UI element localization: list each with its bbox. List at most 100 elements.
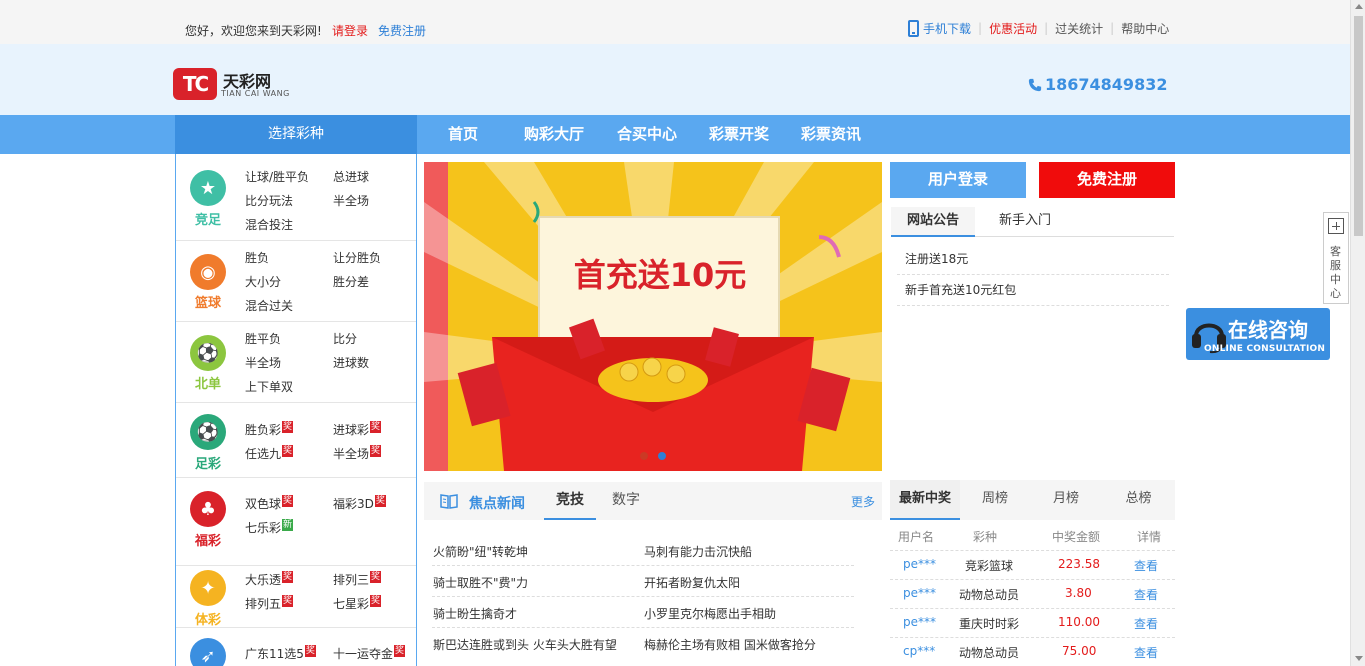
view-detail-link[interactable]: 查看 <box>1134 586 1158 603</box>
game-link[interactable]: 福彩3D 奖 <box>333 495 386 512</box>
nav-draw-results[interactable]: 彩票开奖 <box>709 115 769 154</box>
tab-monthly[interactable]: 月榜 <box>1030 480 1102 520</box>
mobile-download-link[interactable]: 手机下载 <box>923 20 971 37</box>
promo-banner[interactable]: 首充送10元 <box>424 162 882 471</box>
nav-lottery-hall[interactable]: 购彩大厅 <box>524 115 584 154</box>
news-more-link[interactable]: 更多 <box>851 493 875 510</box>
game-link[interactable]: 双色球奖 <box>245 495 294 512</box>
user-cell: pe*** <box>903 615 936 629</box>
game-link[interactable]: 七星彩奖 <box>333 595 382 612</box>
game-link[interactable]: 广东11选5 奖 <box>245 645 316 662</box>
notice-item[interactable]: 新手首充送10元红包 <box>897 275 1169 306</box>
login-link[interactable]: 请登录 <box>332 22 368 39</box>
category-name[interactable]: 体彩 <box>186 609 230 628</box>
football-icon[interactable]: ⚽ <box>190 414 226 450</box>
game-link[interactable]: 任选九奖 <box>245 445 294 462</box>
game-link[interactable]: 胜负 <box>245 249 269 266</box>
scroll-up-arrow-icon[interactable] <box>1355 4 1363 9</box>
notice-item[interactable]: 注册送18元 <box>897 244 1169 275</box>
game-link[interactable]: 十一运夺金奖 <box>333 645 406 662</box>
nav-home[interactable]: 首页 <box>448 115 478 154</box>
news-link[interactable]: 骑士盼生擒奇才 <box>433 605 517 622</box>
game-link[interactable]: 胜分差 <box>333 273 369 290</box>
stats-link[interactable]: 过关统计 <box>1055 20 1103 37</box>
user-cell: cp*** <box>903 644 936 658</box>
sport-icon[interactable]: ✦ <box>190 570 226 606</box>
consult-subtitle: ONLINE CONSULTATION <box>1204 344 1326 354</box>
select-lottery-button[interactable]: 选择彩种 <box>175 115 417 154</box>
game-link[interactable]: 比分 <box>333 330 357 347</box>
tab-site-notice[interactable]: 网站公告 <box>891 207 976 237</box>
game-link[interactable]: 上下单双 <box>245 378 293 395</box>
category-name[interactable]: 竞足 <box>186 209 230 228</box>
news-link[interactable]: 梅赫伦主场有败相 国米做客抢分 <box>644 636 816 653</box>
promo-link[interactable]: 优惠活动 <box>989 20 1037 37</box>
view-detail-link[interactable]: 查看 <box>1134 644 1158 661</box>
nav-lottery-news[interactable]: 彩票资讯 <box>801 115 861 154</box>
view-detail-link[interactable]: 查看 <box>1134 615 1158 632</box>
game-link[interactable]: 半全场 <box>333 192 369 209</box>
carousel-dot[interactable] <box>640 452 648 460</box>
news-link[interactable]: 骑士取胜不"费"力 <box>433 574 528 591</box>
tab-weekly[interactable]: 周榜 <box>960 480 1030 520</box>
game-link[interactable]: 大乐透奖 <box>245 571 294 588</box>
game-link[interactable]: 半全场 <box>245 354 281 371</box>
game-link[interactable]: 混合投注 <box>245 216 293 233</box>
news-link[interactable]: 火箭盼"纽"转乾坤 <box>433 543 528 560</box>
category-name[interactable]: 篮球 <box>186 292 230 311</box>
category-name[interactable]: 北单 <box>186 373 230 392</box>
main-nav: 选择彩种 首页 购彩大厅 合买中心 彩票开奖 彩票资讯 <box>0 115 1350 154</box>
banner-pagination <box>640 452 666 460</box>
game-link[interactable]: 进球彩奖 <box>333 421 382 438</box>
tab-all-time[interactable]: 总榜 <box>1102 480 1175 520</box>
amount-cell: 223.58 <box>1058 557 1100 571</box>
free-register-button[interactable]: 免费注册 <box>1039 162 1175 198</box>
soccer-star-icon[interactable]: ★ <box>190 170 226 206</box>
nav-group-buy[interactable]: 合买中心 <box>617 115 677 154</box>
rocket-icon[interactable]: ➶ <box>190 638 226 666</box>
tab-beginner-guide[interactable]: 新手入门 <box>983 207 1067 237</box>
register-link[interactable]: 免费注册 <box>378 22 426 39</box>
game-label: 大乐透 <box>245 573 282 587</box>
scroll-down-arrow-icon[interactable] <box>1355 656 1363 661</box>
prize-badge: 奖 <box>304 645 316 657</box>
view-detail-link[interactable]: 查看 <box>1134 557 1158 574</box>
soccer-icon[interactable]: ⚽ <box>190 335 226 371</box>
game-link[interactable]: 排列三奖 <box>333 571 382 588</box>
tab-numbers[interactable]: 数字 <box>600 482 652 520</box>
customer-service-float[interactable]: 客服中心 <box>1323 212 1349 304</box>
user-login-button[interactable]: 用户登录 <box>890 162 1026 198</box>
game-link[interactable]: 进球数 <box>333 354 369 371</box>
clover-icon[interactable]: ♣ <box>190 491 226 527</box>
game-link[interactable]: 总进球 <box>333 168 369 185</box>
game-link[interactable]: 比分玩法 <box>245 192 293 209</box>
help-link[interactable]: 帮助中心 <box>1121 20 1169 37</box>
page-scrollbar[interactable] <box>1350 0 1365 666</box>
category-name[interactable]: 足彩 <box>186 453 230 472</box>
carousel-dot-active[interactable] <box>658 452 666 460</box>
user-cell: pe*** <box>903 586 936 600</box>
basketball-icon[interactable]: ◉ <box>190 254 226 290</box>
online-consultation-button[interactable]: 在线咨询 ONLINE CONSULTATION <box>1186 308 1330 360</box>
game-link[interactable]: 让球/胜平负 <box>245 168 309 185</box>
expand-icon[interactable] <box>1328 218 1344 234</box>
game-link[interactable]: 胜负彩奖 <box>245 421 294 438</box>
news-link[interactable]: 斯巴达连胜或到头 火车头大胜有望 <box>433 636 617 653</box>
game-link[interactable]: 七乐彩新 <box>245 519 294 536</box>
tab-latest-winners[interactable]: 最新中奖 <box>890 480 960 520</box>
news-link[interactable]: 马刺有能力击沉快船 <box>644 543 752 560</box>
scroll-thumb[interactable] <box>1354 16 1363 236</box>
game-link[interactable]: 排列五奖 <box>245 595 294 612</box>
game-link[interactable]: 大小分 <box>245 273 281 290</box>
tab-sports[interactable]: 竞技 <box>544 482 596 520</box>
lottery-cell: 动物总动员 <box>958 588 1019 602</box>
logo-mark[interactable]: TC <box>173 68 217 100</box>
game-link[interactable]: 混合过关 <box>245 297 293 314</box>
game-link[interactable]: 让分胜负 <box>333 249 381 266</box>
game-link[interactable]: 胜平负 <box>245 330 281 347</box>
category-name[interactable]: 福彩 <box>186 530 230 549</box>
game-link[interactable]: 半全场奖 <box>333 445 382 462</box>
news-link[interactable]: 开拓者盼复仇太阳 <box>644 574 740 591</box>
user-cell: pe*** <box>903 557 936 571</box>
news-link[interactable]: 小罗里克尔梅愿出手相助 <box>644 605 776 622</box>
